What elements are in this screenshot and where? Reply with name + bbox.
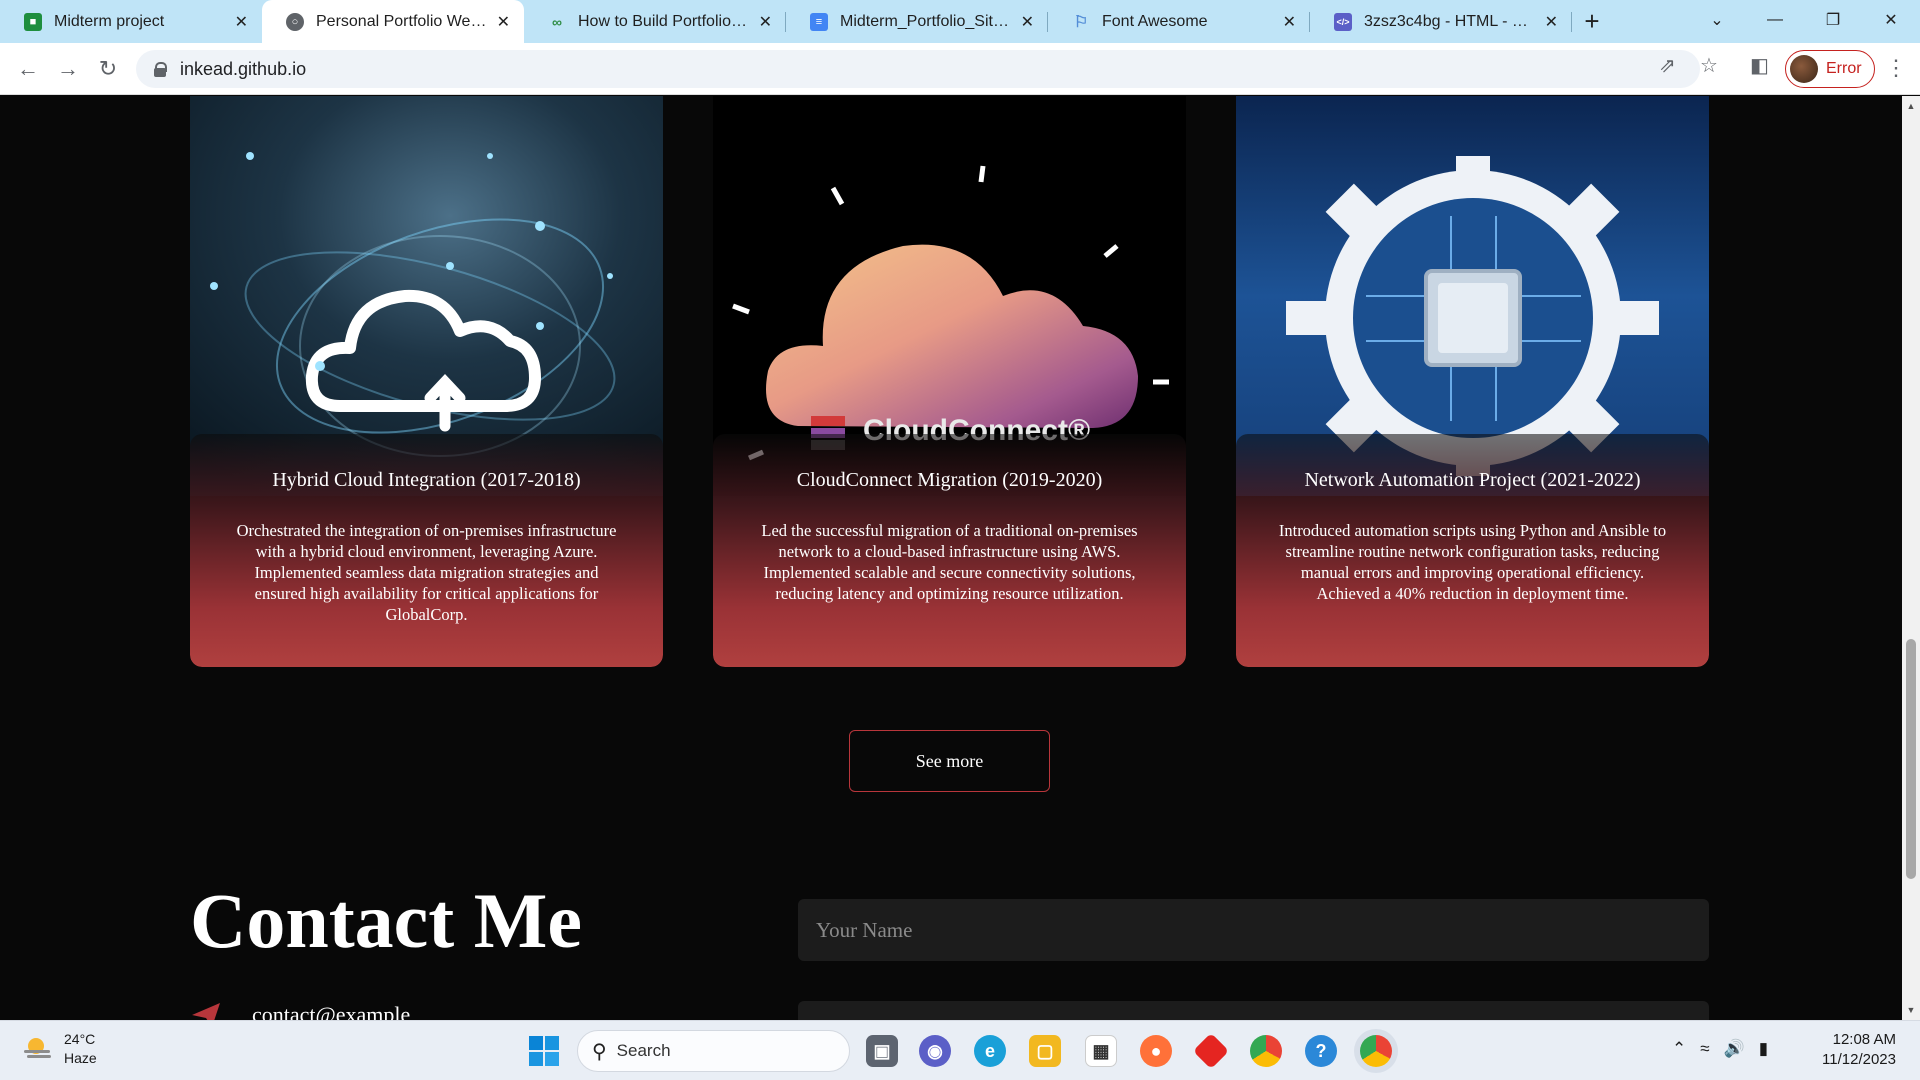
tab-separator: [1571, 12, 1572, 32]
wifi-icon[interactable]: ≈: [1700, 1039, 1709, 1059]
avatar: [1790, 55, 1818, 83]
clock-date: 11/12/2023: [1822, 1051, 1896, 1068]
search-icon: ⚲: [592, 1040, 607, 1063]
window-controls: ⌄ — ❐ ✕: [1688, 0, 1920, 43]
contact-heading: Contact Me: [190, 877, 583, 964]
show-hidden-icons-icon[interactable]: ⌃: [1672, 1039, 1686, 1059]
browser-toolbar: ← → ↻ inkead.github.io ⇗ ☆ ◧ Error ⋮: [0, 43, 1920, 95]
haze-weather-icon: [24, 1038, 51, 1058]
close-icon[interactable]: ✕: [497, 12, 510, 32]
profile-button[interactable]: Error: [1785, 50, 1875, 88]
project-card-caption: CloudConnect Migration (2019-2020) Led t…: [713, 434, 1186, 667]
anydesk-icon[interactable]: [1192, 1032, 1230, 1070]
tab-title: 3zsz3c4bg - HTML - OneC: [1364, 12, 1537, 30]
forward-icon[interactable]: →: [54, 55, 82, 83]
flag-icon: ⚐: [1073, 13, 1089, 31]
profile-status: Error: [1826, 60, 1862, 77]
tab-font-awesome[interactable]: ⚐ Font Awesome ✕: [1048, 0, 1310, 43]
bookmark-star-icon[interactable]: ☆: [1700, 53, 1718, 78]
tab-strip: ■ Midterm project ✕ ○ Personal Portfolio…: [0, 0, 1920, 43]
project-card-hybrid-cloud: Hybrid Cloud Integration (2017-2018) Orc…: [190, 96, 663, 667]
task-view-icon[interactable]: ▣: [866, 1035, 898, 1067]
onecompiler-icon: </>: [1334, 12, 1352, 31]
close-icon[interactable]: ✕: [759, 12, 772, 32]
tab-title: Font Awesome: [1102, 12, 1208, 30]
back-icon[interactable]: ←: [14, 55, 42, 83]
paper-plane-icon: [192, 1003, 220, 1020]
weather-temp: 24°C: [64, 1031, 96, 1047]
file-explorer-icon[interactable]: ▢: [1029, 1035, 1061, 1067]
project-description: Introduced automation scripts using Pyth…: [1278, 521, 1667, 603]
classroom-icon: ■: [24, 12, 42, 31]
close-icon[interactable]: ✕: [1021, 12, 1034, 32]
page-scrollbar[interactable]: ▲ ▼: [1902, 96, 1920, 1020]
close-icon[interactable]: ✕: [235, 12, 248, 32]
address-bar[interactable]: inkead.github.io: [136, 50, 1700, 88]
name-field[interactable]: [798, 899, 1709, 961]
project-card-caption: Network Automation Project (2021-2022) I…: [1236, 434, 1709, 667]
scrollbar-thumb[interactable]: [1906, 639, 1916, 879]
email-field[interactable]: [798, 1001, 1709, 1020]
minimize-icon[interactable]: —: [1746, 0, 1804, 40]
project-description: Orchestrated the integration of on-premi…: [236, 521, 617, 624]
side-panel-icon[interactable]: ◧: [1750, 53, 1769, 78]
project-description: Led the successful migration of a tradit…: [761, 521, 1138, 603]
tab-search-icon[interactable]: ⌄: [1688, 0, 1746, 40]
teams-chat-icon[interactable]: ◉: [919, 1035, 951, 1067]
page-viewport: Hybrid Cloud Integration (2017-2018) Orc…: [0, 96, 1902, 1020]
close-icon[interactable]: ✕: [1545, 12, 1558, 32]
search-label: Search: [616, 1041, 671, 1060]
tab-title: Midterm project: [54, 12, 165, 30]
volume-icon[interactable]: 🔊: [1724, 1039, 1745, 1059]
project-title: Network Automation Project (2021-2022): [1304, 469, 1641, 491]
edge-icon[interactable]: e: [974, 1035, 1006, 1067]
menu-kebab-icon[interactable]: ⋮: [1885, 55, 1907, 81]
tab-midterm-project[interactable]: ■ Midterm project ✕: [0, 0, 262, 43]
tab-how-to-build[interactable]: ∞ How to Build Portfolio Web ✕: [524, 0, 786, 43]
system-tray: ⌃ ≈ 🔊 ▮: [1672, 1039, 1768, 1059]
tab-onecompiler[interactable]: </> 3zsz3c4bg - HTML - OneC ✕: [1310, 0, 1572, 43]
project-card-network-automation: Network Automation Project (2021-2022) I…: [1236, 96, 1709, 667]
new-tab-button[interactable]: +: [1572, 0, 1612, 43]
tab-title: Personal Portfolio Website: [316, 12, 489, 30]
chrome-icon[interactable]: [1250, 1035, 1282, 1067]
restore-icon[interactable]: ❐: [1804, 0, 1862, 40]
tab-personal-portfolio[interactable]: ○ Personal Portfolio Website ✕: [262, 0, 524, 43]
docs-icon: ≡: [810, 12, 828, 31]
windows-start-icon[interactable]: [528, 1035, 560, 1067]
weather-desc: Haze: [64, 1050, 97, 1066]
geeksforgeeks-icon: ∞: [552, 13, 562, 30]
clock-time: 12:08 AM: [1832, 1031, 1896, 1048]
project-title: Hybrid Cloud Integration (2017-2018): [272, 469, 581, 491]
contact-email[interactable]: contact@example: [252, 1002, 410, 1020]
microsoft-store-icon[interactable]: ▦: [1085, 1035, 1117, 1067]
url-text[interactable]: inkead.github.io: [180, 59, 306, 80]
system-clock[interactable]: 12:08 AM 11/12/2023: [1812, 1030, 1896, 1070]
firefox-icon[interactable]: ●: [1140, 1035, 1172, 1067]
taskbar-search[interactable]: ⚲ Search: [577, 1030, 850, 1072]
scroll-down-icon[interactable]: ▼: [1902, 1002, 1920, 1018]
weather-widget[interactable]: 24°C Haze: [22, 1030, 97, 1068]
close-icon[interactable]: ✕: [1283, 12, 1296, 32]
lock-icon[interactable]: [154, 62, 167, 77]
tab-title: Midterm_Portfolio_Sites - G: [840, 12, 1013, 30]
project-title: CloudConnect Migration (2019-2020): [796, 469, 1103, 491]
project-card-cloudconnect: CloudConnect® CloudConnect Migration (20…: [713, 96, 1186, 667]
chrome-profile-icon[interactable]: [1360, 1035, 1392, 1067]
tab-midterm-portfolio-sites[interactable]: ≡ Midterm_Portfolio_Sites - G ✕: [786, 0, 1048, 43]
tab-title: How to Build Portfolio Web: [578, 12, 751, 30]
battery-icon[interactable]: ▮: [1759, 1039, 1768, 1059]
share-icon[interactable]: ⇗: [1659, 53, 1676, 78]
scroll-up-icon[interactable]: ▲: [1902, 98, 1920, 114]
globe-icon: ○: [286, 12, 304, 31]
project-card-caption: Hybrid Cloud Integration (2017-2018) Orc…: [190, 434, 663, 667]
contact-email-row: contact@example: [190, 1001, 410, 1020]
reload-icon[interactable]: ↻: [94, 55, 122, 83]
close-window-icon[interactable]: ✕: [1862, 0, 1920, 40]
help-icon[interactable]: ?: [1305, 1035, 1337, 1067]
see-more-button[interactable]: See more: [849, 730, 1050, 792]
windows-taskbar: 24°C Haze ⚲ Search ▣ ◉ e ▢ ▦ ● ? ⌃ ≈ 🔊 ▮…: [0, 1020, 1920, 1080]
